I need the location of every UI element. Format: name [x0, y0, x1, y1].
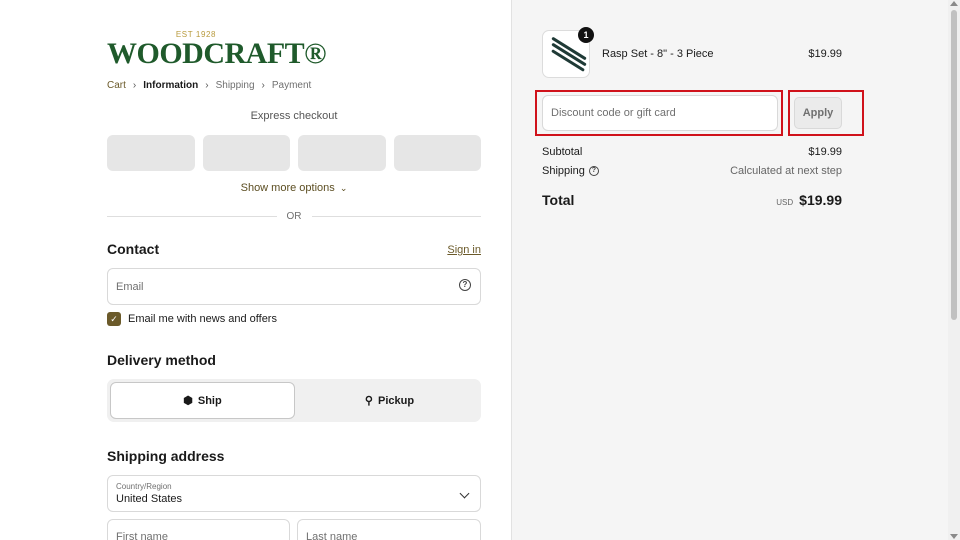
package-icon: ⬢	[183, 395, 193, 407]
subtotal-label: Subtotal	[542, 146, 583, 158]
delivery-method-toggle: ⬢ Ship ⚲ Pickup	[107, 379, 481, 422]
breadcrumb-shipping: Shipping	[215, 80, 255, 91]
express-pay-button-2[interactable]	[202, 135, 290, 171]
shipping-label: Shipping	[542, 165, 585, 177]
ship-option[interactable]: ⬢ Ship	[110, 382, 295, 419]
delivery-method-heading: Delivery method	[107, 352, 216, 368]
scroll-down-icon[interactable]	[950, 534, 958, 539]
show-more-options-link[interactable]: Show more options ⌄	[107, 182, 481, 194]
location-pin-icon: ⚲	[364, 395, 373, 407]
email-field[interactable]: Email ?	[107, 268, 481, 305]
show-more-label: Show more options	[240, 182, 335, 194]
breadcrumb-cart[interactable]: Cart	[107, 80, 126, 91]
country-select[interactable]: Country/Region United States	[107, 475, 481, 512]
newsletter-checkbox[interactable]: ✓	[107, 312, 121, 326]
scroll-up-icon[interactable]	[950, 1, 958, 6]
newsletter-option[interactable]: ✓ Email me with news and offers	[107, 312, 277, 326]
ship-label: Ship	[197, 394, 222, 407]
currency-code: USD	[776, 198, 794, 207]
total-row: Total USD $19.99	[542, 192, 842, 208]
shipping-address-heading: Shipping address	[107, 448, 225, 464]
express-pay-button-3[interactable]	[298, 135, 386, 171]
chevron-down-icon	[459, 488, 470, 499]
express-checkout-buttons	[107, 135, 481, 171]
chevron-right-icon: ›	[261, 80, 265, 91]
or-divider: OR	[107, 211, 481, 222]
country-label: Country/Region	[116, 482, 172, 491]
help-icon[interactable]: ?	[459, 279, 471, 291]
first-name-placeholder: First name	[116, 531, 168, 540]
total-value: $19.99	[799, 192, 842, 208]
scrollbar-thumb[interactable]	[951, 10, 957, 320]
or-label: OR	[286, 211, 302, 222]
breadcrumb-information: Information	[143, 80, 199, 91]
express-pay-button-4[interactable]	[393, 135, 481, 171]
sign-in-link[interactable]: Sign in	[447, 244, 481, 256]
checkout-main: EST 1928 WOODCRAFT® Cart › Information ›…	[0, 0, 511, 540]
shipping-row: Shipping? Calculated at next step	[542, 165, 842, 177]
quantity-badge: 1	[578, 27, 594, 43]
country-value: United States	[116, 493, 183, 505]
total-label: Total	[542, 192, 575, 208]
email-placeholder: Email	[116, 281, 144, 293]
help-icon[interactable]: ?	[588, 166, 599, 177]
chevron-right-icon: ›	[205, 80, 209, 91]
breadcrumb-payment: Payment	[271, 80, 312, 91]
woodcraft-logo[interactable]: EST 1928 WOODCRAFT®	[107, 30, 327, 71]
apply-button-highlight	[788, 90, 864, 136]
page-scrollbar[interactable]	[948, 0, 960, 540]
discount-input-highlight	[535, 90, 783, 136]
logo-brand: WOODCRAFT®	[107, 37, 327, 70]
divider-line	[107, 216, 277, 217]
subtotal-value: $19.99	[808, 146, 842, 158]
breadcrumb: Cart › Information › Shipping › Payment	[107, 80, 311, 91]
last-name-field[interactable]: Last name	[297, 519, 481, 540]
order-summary-panel	[511, 0, 948, 540]
chevron-right-icon: ›	[132, 80, 137, 91]
newsletter-label: Email me with news and offers	[128, 313, 277, 325]
contact-heading: Contact	[107, 241, 160, 257]
product-price: $19.99	[808, 48, 842, 60]
divider-line	[311, 216, 481, 217]
product-name: Rasp Set - 8" - 3 Piece	[602, 48, 714, 60]
chevron-down-icon: ⌄	[339, 183, 348, 193]
first-name-field[interactable]: First name	[107, 519, 290, 540]
express-checkout-title: Express checkout	[250, 110, 338, 122]
subtotal-row: Subtotal $19.99	[542, 146, 842, 158]
last-name-placeholder: Last name	[306, 531, 358, 540]
shipping-value: Calculated at next step	[730, 165, 842, 177]
pickup-option[interactable]: ⚲ Pickup	[298, 379, 481, 422]
express-pay-button-1[interactable]	[107, 135, 195, 171]
pickup-label: Pickup	[377, 394, 415, 407]
